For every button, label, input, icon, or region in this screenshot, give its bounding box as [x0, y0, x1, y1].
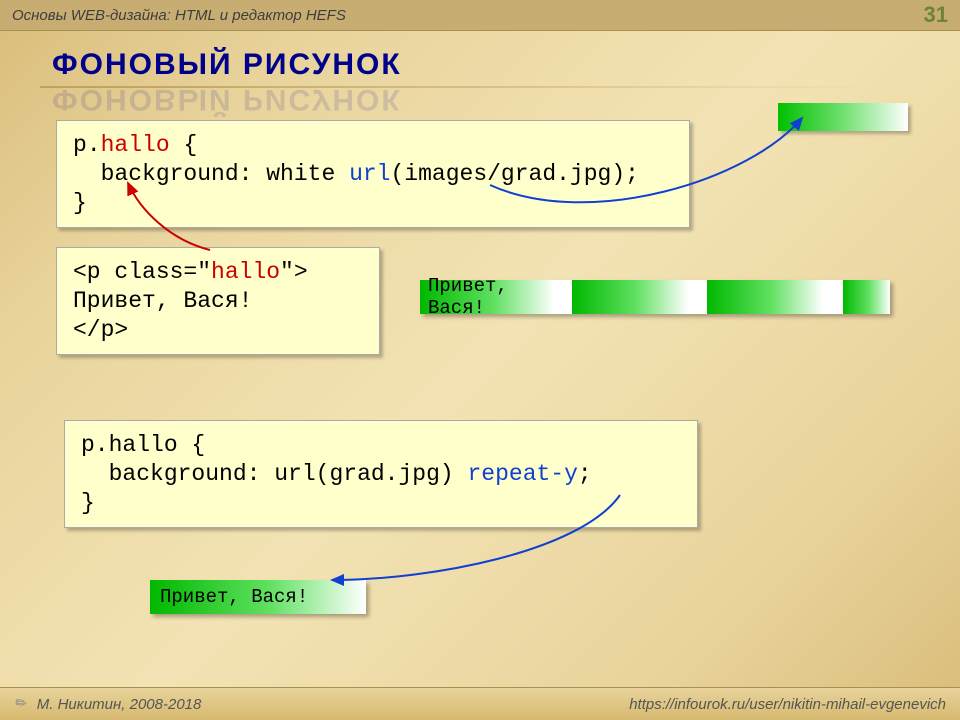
render-example-repeat-y: Привет, Вася! [150, 580, 366, 614]
render-example-repeat-x: Привет, Вася! [420, 280, 890, 314]
topbar: Основы WEB-дизайна: HTML и редактор HEFS… [0, 0, 960, 31]
page-number: 31 [924, 2, 948, 28]
code-html-example: <p class="hallo"> Привет, Вася! </p> [56, 247, 380, 355]
render-text-2: Привет, Вася! [160, 586, 308, 608]
title-underline [40, 86, 880, 88]
code-css-repeat-y: p.hallo { background: url(grad.jpg) repe… [64, 420, 698, 528]
pen-icon: ✎ [9, 693, 31, 715]
footer: ✎ М. Никитин, 2008-2018 https://infourok… [0, 687, 960, 720]
subject-label: Основы WEB-дизайна: HTML и редактор HEFS [12, 7, 346, 24]
gradient-sample-top [778, 103, 908, 131]
render-text: Привет, Вася! [428, 275, 554, 319]
footer-url: https://infourok.ru/user/nikitin-mihail-… [629, 696, 946, 713]
code-css-background: p.hallo { background: white url(images/g… [56, 120, 690, 228]
footer-author: ✎ М. Никитин, 2008-2018 [14, 695, 201, 713]
slide-title: ФОНОВЫЙ РИСУНОК [52, 48, 402, 82]
